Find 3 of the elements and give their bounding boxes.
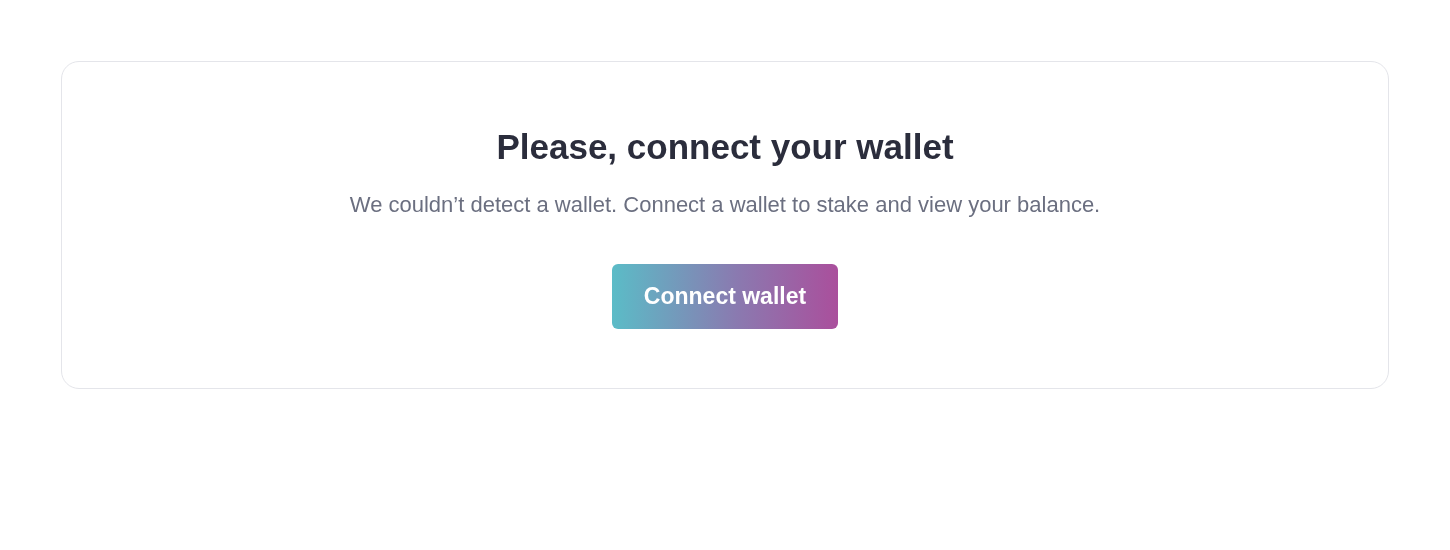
card-message: We couldn’t detect a wallet. Connect a wallet to stake and view your balance. [349, 191, 1101, 219]
card-title: Please, connect your wallet [496, 126, 954, 168]
connect-wallet-button[interactable]: Connect wallet [612, 264, 838, 329]
